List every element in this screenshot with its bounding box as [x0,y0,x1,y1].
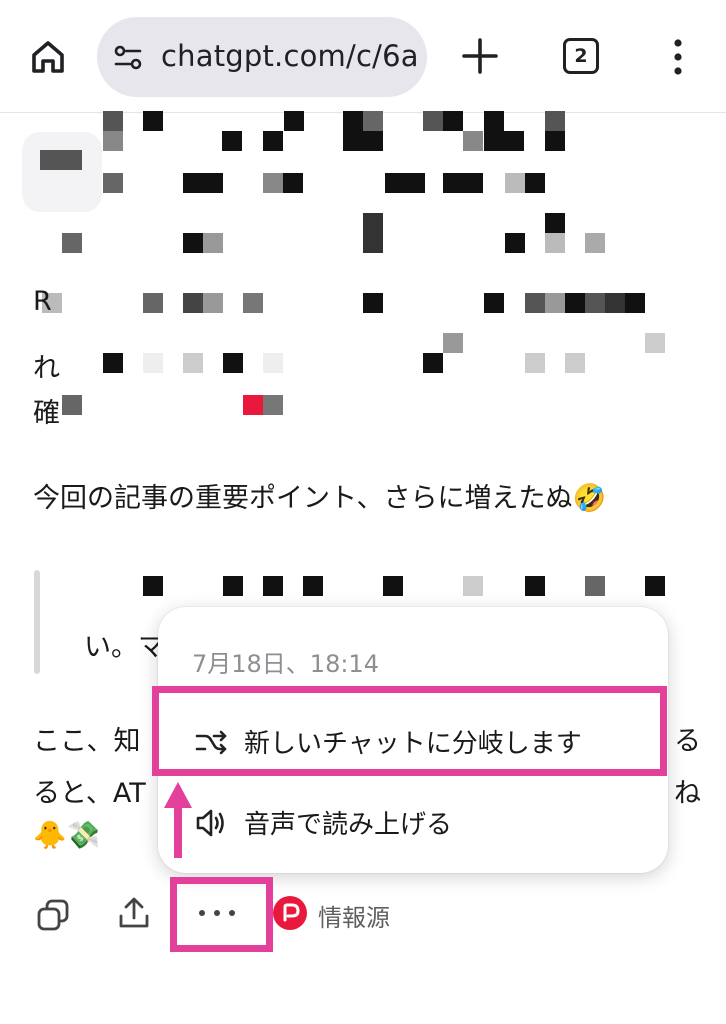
site-settings-icon[interactable] [113,43,143,73]
highlight-box-branch-item [152,686,667,776]
address-bar[interactable]: chatgpt.com/c/6a [97,17,427,97]
user-message-bubble [22,132,102,212]
menu-item-label: 音声で読み上げる [244,810,453,840]
quote-text: い。マ [84,632,165,663]
url-text[interactable]: chatgpt.com/c/6a [161,39,419,73]
tab-switcher-button[interactable]: 2 [563,38,599,74]
message-text: 今回の記事の重要ポイント、さらに増えたぬ🤣 [33,483,607,514]
sources-button[interactable]: 情報源 [318,898,390,933]
message-timestamp: 7月18日、18:14 [192,650,379,678]
emoji-line: 🐥💸 [33,820,101,851]
new-tab-icon[interactable] [461,37,499,75]
copy-icon[interactable] [36,898,70,932]
text-fragment: R [33,286,52,317]
censored-block [40,150,82,170]
arrow-up-icon [164,782,192,858]
message-text: ね [674,778,701,809]
message-text: る [674,726,701,757]
home-icon[interactable] [28,37,68,77]
text-fragment: 確 [33,398,60,429]
blockquote-bar [34,570,40,674]
message-text: ここ、知 [33,726,141,757]
share-icon[interactable] [117,896,151,930]
highlight-box-more-button [170,877,273,952]
text-fragment: れ [33,353,60,384]
browser-menu-icon[interactable] [668,38,688,76]
source-logo-icon[interactable] [273,896,307,930]
browser-toolbar: chatgpt.com/c/6a 2 [0,0,726,113]
speaker-icon [196,809,224,837]
menu-item-read-aloud[interactable]: 音声で読み上げる [158,782,668,862]
message-text: ると、AT [33,778,146,809]
